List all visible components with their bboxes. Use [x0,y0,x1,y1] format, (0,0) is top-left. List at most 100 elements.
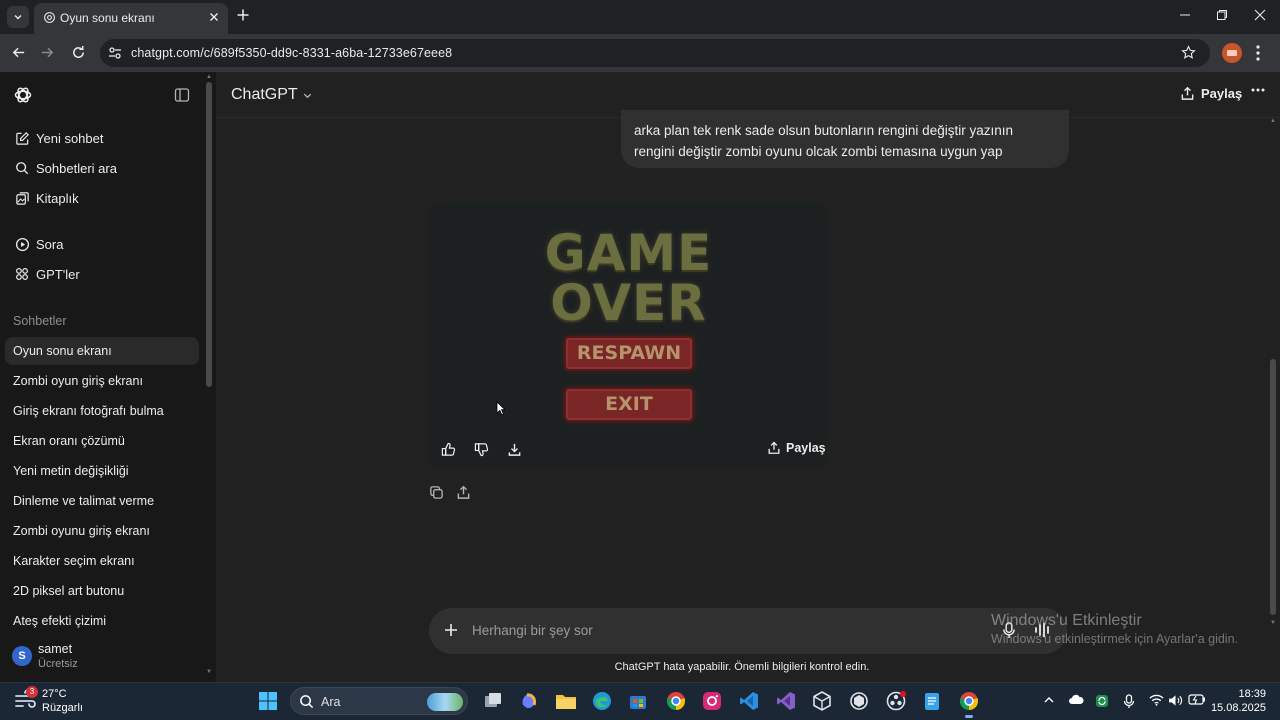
browser-menu-icon[interactable] [1256,45,1260,61]
taskbar-search[interactable]: Ara [290,687,468,715]
more-options-icon[interactable] [1251,88,1265,92]
generated-image-card[interactable]: GAME OVER RESPAWN EXIT Paylaş [429,202,828,468]
chat-item[interactable]: Zombi oyunu giriş ekranı [5,517,199,545]
address-bar[interactable]: chatgpt.com/c/689f5350-dd9c-8331-a6ba-12… [100,39,1210,67]
copilot-icon[interactable] [517,689,541,713]
play-circle-icon [14,236,30,252]
chat-item[interactable]: Zombi oyun giriş ekranı [5,367,199,395]
restore-icon[interactable] [1216,9,1228,21]
sidebar-scrollbar[interactable] [206,82,212,387]
chat-item[interactable]: Dinleme ve talimat verme [5,487,199,515]
weather-condition: Rüzgarlı [42,702,83,714]
unity-hub-icon[interactable] [847,689,871,713]
search-label: Ara [321,695,341,709]
user-message-bubble: arka plan tek renk sade olsun butonların… [621,110,1069,168]
sidebar-scroll-down-icon[interactable]: ▼ [206,669,212,675]
edge-icon[interactable] [590,689,614,713]
sidebar-item-label: GPT'ler [36,266,80,282]
user-name: samet [38,642,73,656]
copy-icon[interactable] [429,485,444,500]
sidebar-item-new-chat[interactable]: Yeni sohbet [8,124,200,152]
bookmark-star-icon[interactable] [1181,45,1196,60]
sidebar: Yeni sohbet Sohbetleri ara Kitaplık Sora… [0,72,216,682]
edit-icon [14,130,30,146]
sidebar-item-label: Sohbetleri ara [36,160,117,176]
minimize-icon[interactable] [1179,9,1191,21]
main-scrollbar[interactable] [1270,359,1276,615]
chat-item[interactable]: Giriş ekranı fotoğrafı bulma [5,397,199,425]
site-info-icon[interactable] [108,46,122,60]
forward-arrow-icon[interactable] [40,45,55,60]
sidebar-item-search-chats[interactable]: Sohbetleri ara [8,154,200,182]
chat-item[interactable]: Oyun sonu ekranı [5,337,199,365]
chats-section-title: Sohbetler [13,314,67,328]
volume-icon[interactable] [1168,694,1183,707]
main-scroll-up-icon[interactable]: ▲ [1270,118,1276,124]
battery-icon[interactable] [1188,694,1206,705]
tray-chevron-up-icon[interactable] [1043,694,1055,706]
vscode-icon[interactable] [737,689,761,713]
window-close-icon[interactable] [1254,9,1266,21]
chat-item[interactable]: Ekran oranı çözümü [5,427,199,455]
chrome-profile-icon[interactable] [664,689,688,713]
back-arrow-icon[interactable] [11,45,26,60]
file-explorer-icon[interactable] [554,689,578,713]
task-view-icon[interactable] [481,689,505,713]
tab-close-icon[interactable] [208,11,220,23]
sidebar-item-library[interactable]: Kitaplık [8,184,200,212]
main-panel: ChatGPT Paylaş arka plan tek renk sade o… [216,72,1280,682]
mouse-cursor-icon [496,401,506,416]
chrome-icon[interactable] [957,689,981,718]
instagram-icon[interactable] [700,689,724,713]
prompt-input[interactable]: Herhangi bir şey sor [472,623,593,638]
model-selector[interactable]: ChatGPT [231,86,313,104]
microsoft-store-icon[interactable] [626,689,650,713]
browser-toolbar: chatgpt.com/c/689f5350-dd9c-8331-a6ba-12… [0,34,1280,72]
wifi-icon[interactable] [1149,694,1164,706]
profile-avatar-icon[interactable] [1222,43,1242,63]
onedrive-icon[interactable] [1068,694,1084,706]
system-clock[interactable]: 18:39 15.08.2025 [1210,687,1266,715]
unity-icon[interactable] [810,689,834,713]
share-icon[interactable] [456,485,471,500]
windows-taskbar: 3 27°C Rüzgarlı Ara 18:39 15.08.2025 [0,682,1280,720]
chat-item[interactable]: Karakter seçim ekranı [5,547,199,575]
plus-icon[interactable] [443,622,459,638]
image-share-button[interactable]: Paylaş [767,441,826,455]
model-name: ChatGPT [231,86,298,103]
sidebar-item-sora[interactable]: Sora [8,230,200,258]
sidebar-item-label: Kitaplık [36,190,79,206]
chat-item[interactable]: 2D piksel art butonu [5,577,199,605]
image-respawn-button: RESPAWN [564,336,694,371]
start-button[interactable] [256,689,280,713]
thumbs-up-icon[interactable] [441,442,456,457]
notepad-icon[interactable] [920,689,944,713]
chevron-down-icon [14,15,22,20]
download-icon[interactable] [507,442,522,457]
chat-item[interactable]: Ateş efekti çizimi [5,607,199,635]
thumbs-down-icon[interactable] [474,442,489,457]
avatar: S [12,646,32,666]
chat-item[interactable]: Yeni metin değişikliği [5,457,199,485]
library-icon [14,190,30,206]
share-button[interactable]: Paylaş [1180,86,1242,101]
windows-activation-watermark: Windows'u Etkinleştir Windows'u etkinleş… [991,612,1238,646]
microphone-icon[interactable] [1123,694,1135,709]
obs-icon[interactable] [884,689,908,713]
reload-icon[interactable] [71,45,86,60]
weather-badge: 3 [26,686,38,698]
main-scroll-down-icon[interactable]: ▼ [1270,620,1276,626]
image-exit-button: EXIT [564,387,694,422]
tab-search-button[interactable] [7,6,29,28]
browser-tab[interactable]: Oyun sonu ekranı [34,3,228,34]
weather-widget[interactable]: 3 27°C Rüzgarlı [14,686,83,714]
sync-icon[interactable] [1095,694,1109,708]
visual-studio-icon[interactable] [774,689,798,713]
windows-logo-icon [259,692,277,710]
new-tab-plus-icon[interactable] [236,8,250,22]
openai-logo-icon[interactable] [13,85,33,105]
sidebar-toggle-icon[interactable] [174,87,190,103]
sidebar-item-gpts[interactable]: GPT'ler [8,260,200,288]
sidebar-scroll-up-icon[interactable]: ▲ [206,74,212,80]
prompt-composer[interactable]: Herhangi bir şey sor [429,608,1067,654]
